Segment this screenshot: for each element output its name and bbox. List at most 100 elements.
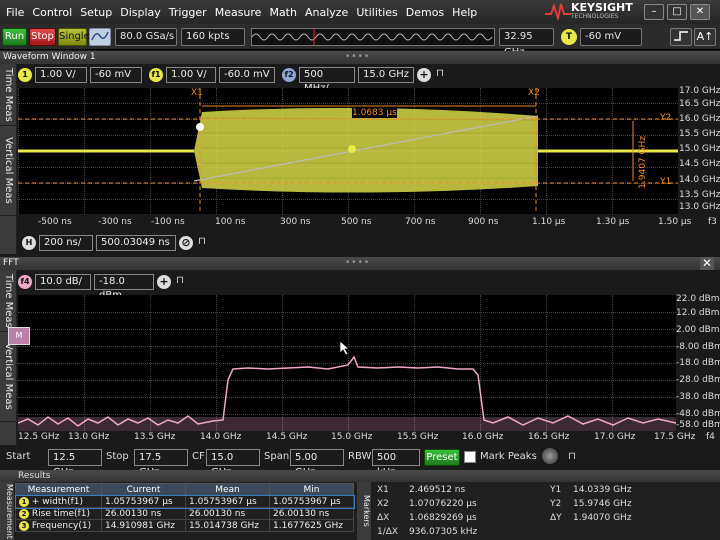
menu-utilities[interactable]: Utilities (356, 6, 397, 19)
fft-plot[interactable]: M (8, 295, 676, 431)
tab-vertical-meas[interactable]: Vertical Meas (0, 126, 17, 216)
menu-analyze[interactable]: Analyze (305, 6, 348, 19)
menu-measure[interactable]: Measure (215, 6, 262, 19)
horizontal-badge[interactable]: H (22, 236, 36, 250)
results-header[interactable]: Results (0, 470, 720, 482)
waveform-plot[interactable]: X1 X2 Y2 Y1 1.0683 µs 1.9407 GHz (18, 88, 678, 214)
menu-help[interactable]: Help (452, 6, 477, 19)
y-tick: 13.0 GHz (679, 202, 720, 212)
tab-time-meas[interactable]: Time Meas (0, 64, 17, 126)
menu-file[interactable]: File (6, 6, 24, 19)
fft-trace-svg (18, 355, 676, 431)
channel1-badge[interactable]: 1 (18, 68, 32, 82)
fft-sidetabs: Time Meas Vertical Meas (0, 270, 17, 445)
menu-control[interactable]: Control (32, 6, 72, 19)
waveform-window-header[interactable]: Waveform Window 1 •••• (0, 51, 720, 64)
fft-window-title: FFT (3, 258, 19, 268)
f2-badge[interactable]: f2 (282, 68, 296, 82)
f4-offset-field[interactable]: -18.0 dBm (94, 274, 154, 301)
x-tick: -300 ns (98, 217, 132, 227)
markers-panel: X1 2.469512 ns X2 1.07076220 µs ΔX 1.068… (373, 482, 720, 540)
autoscale-button[interactable] (89, 28, 111, 46)
stop-field[interactable]: 17.5 GHz (134, 449, 188, 478)
f4-scale-field[interactable]: 10.0 dB/ (35, 274, 91, 290)
single-button[interactable]: Single (58, 28, 90, 46)
f2-offset-field[interactable]: 15.0 GHz (358, 67, 414, 83)
y-tick: 16.5 GHz (679, 99, 720, 109)
meas-current: 1.05753967 µs (101, 495, 186, 508)
trigger-badge[interactable]: T (561, 29, 577, 45)
auto-trigger-button[interactable]: A↑ (694, 28, 716, 46)
fft-window-header[interactable]: FFT •••• ✕ (0, 257, 720, 270)
menu-demos[interactable]: Demos (406, 6, 444, 19)
start-field[interactable]: 12.5 GHz (48, 449, 102, 478)
span-field[interactable]: 5.00 GHz (290, 449, 344, 478)
ch1-scale-field[interactable]: 1.00 V/ (35, 67, 87, 83)
y-tick: 15.5 GHz (679, 129, 720, 139)
x-tick: -500 ns (38, 217, 72, 227)
minimize-button[interactable]: – (644, 4, 664, 20)
menu-setup[interactable]: Setup (80, 6, 112, 19)
peaks-knob-icon[interactable] (542, 448, 558, 464)
resize-grip[interactable]: •••• (345, 51, 370, 64)
acquisition-overview[interactable] (251, 28, 495, 46)
marker-x1-label: X1 (377, 485, 389, 495)
waveform-trace-svg (18, 88, 678, 214)
maximize-button[interactable]: □ (667, 4, 687, 20)
x-tick: -100 ns (151, 217, 185, 227)
pin-icon[interactable]: ⊓ (434, 68, 446, 82)
tab-markers[interactable]: Markers (357, 482, 371, 540)
f4-badge[interactable]: f4 (18, 275, 32, 289)
f2-scale-field[interactable]: 500 MHz/ (299, 67, 355, 94)
toolbar: Run Stop Single 80.0 GSa/s 160 kpts 32.9… (0, 24, 720, 58)
measurement-table-wrap: Measurement Current Mean Min 1 + width(f… (14, 483, 355, 532)
x-tick: 16.5 GHz (528, 432, 570, 442)
memory-depth-field[interactable]: 160 kpts (181, 28, 245, 46)
meas-min: 1.1677625 GHz (269, 519, 354, 532)
width-annotation: 1.0683 µs (352, 108, 397, 118)
pin-icon[interactable]: ⊓ (566, 449, 578, 466)
resize-grip[interactable]: •••• (345, 257, 370, 270)
close-button[interactable]: ✕ (690, 4, 710, 20)
pin-icon[interactable]: ⊓ (174, 275, 186, 289)
fft-reference-marker[interactable]: M (8, 327, 30, 345)
stop-button[interactable]: Stop (29, 28, 56, 46)
f1-offset-field[interactable]: -60.0 mV (219, 67, 275, 83)
close-fft-icon[interactable]: ✕ (700, 257, 714, 270)
f1-badge[interactable]: f1 (149, 68, 163, 82)
preset-button[interactable]: Preset (424, 449, 460, 466)
run-button[interactable]: Run (2, 28, 27, 46)
menu-math[interactable]: Math (269, 6, 297, 19)
brand-sub: TECHNOLOGIES (571, 12, 619, 20)
table-row[interactable]: 3 Frequency(1) 14.910981 GHz 15.014738 G… (15, 519, 354, 532)
ch1-offset-field[interactable]: -60 mV (90, 67, 142, 83)
x-tick: 1.30 µs (596, 217, 630, 227)
results-title: Results (18, 471, 51, 481)
table-row[interactable]: 2 Rise time(f1) 26.00130 ns 26.00130 ns … (15, 507, 354, 520)
menu-trigger[interactable]: Trigger (169, 6, 207, 19)
horizontal-reference-button[interactable]: ⊘ (179, 236, 193, 250)
table-row[interactable]: 1 + width(f1) 1.05753967 µs 1.05753967 µ… (14, 494, 355, 509)
trigger-mode-button[interactable] (670, 28, 692, 46)
add-function-button[interactable]: + (417, 68, 431, 82)
horizontal-position-field[interactable]: 500.03049 ns (96, 235, 176, 251)
tab-measurement[interactable]: Measurement (0, 482, 14, 540)
rbw-field[interactable]: 500 kHz (372, 449, 420, 478)
f1-scale-field[interactable]: 1.00 V/ (166, 67, 216, 83)
x-tick: 15.0 GHz (331, 432, 373, 442)
tab-time-meas[interactable]: Time Meas (0, 270, 17, 332)
horizontal-scale-field[interactable]: 200 ns/ (39, 235, 93, 251)
mark-peaks-checkbox[interactable] (464, 451, 476, 463)
marker-x2-label: X2 (528, 88, 540, 98)
pin-icon[interactable]: ⊓ (196, 236, 208, 250)
bandwidth-field[interactable]: 32.95 GHz (499, 28, 554, 58)
row-badge: 1 (19, 496, 29, 507)
sample-rate-field[interactable]: 80.0 GSa/s (115, 28, 177, 46)
tab-vertical-meas[interactable]: Vertical Meas (0, 332, 17, 422)
trigger-level-field[interactable]: -60 mV (580, 28, 642, 46)
menu-display[interactable]: Display (120, 6, 161, 19)
add-function-button[interactable]: + (157, 275, 171, 289)
cf-field[interactable]: 15.0 GHz (206, 449, 260, 478)
x-tick: 12.5 GHz (18, 432, 60, 442)
y-tick: 17.0 GHz (679, 86, 720, 96)
